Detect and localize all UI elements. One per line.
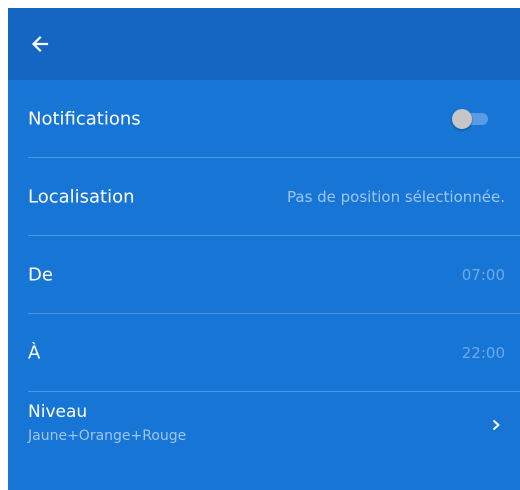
notifications-label: Notifications — [28, 108, 141, 129]
level-row[interactable]: Niveau Jaune+Orange+Rouge — [8, 392, 520, 462]
arrow-left-icon — [31, 35, 49, 53]
settings-screen: Notifications Localisation Pas de positi… — [8, 8, 520, 490]
from-time-row[interactable]: De 07:00 — [8, 236, 520, 313]
notifications-toggle[interactable] — [452, 108, 492, 129]
chevron-right-icon — [493, 420, 500, 430]
to-time-row[interactable]: À 22:00 — [8, 314, 520, 391]
app-bar — [8, 8, 520, 80]
location-row[interactable]: Localisation Pas de position sélectionné… — [8, 158, 520, 235]
from-time-value: 07:00 — [461, 265, 505, 284]
level-value: Jaune+Orange+Rouge — [28, 428, 187, 444]
to-time-value: 22:00 — [461, 343, 505, 362]
toggle-thumb — [452, 108, 472, 129]
notifications-row[interactable]: Notifications — [8, 80, 520, 157]
back-button[interactable] — [26, 30, 54, 58]
location-label: Localisation — [28, 186, 135, 207]
from-time-label: De — [28, 264, 53, 285]
level-label: Niveau — [28, 402, 88, 422]
location-value: Pas de position sélectionnée. — [287, 187, 505, 206]
to-time-label: À — [28, 342, 41, 363]
